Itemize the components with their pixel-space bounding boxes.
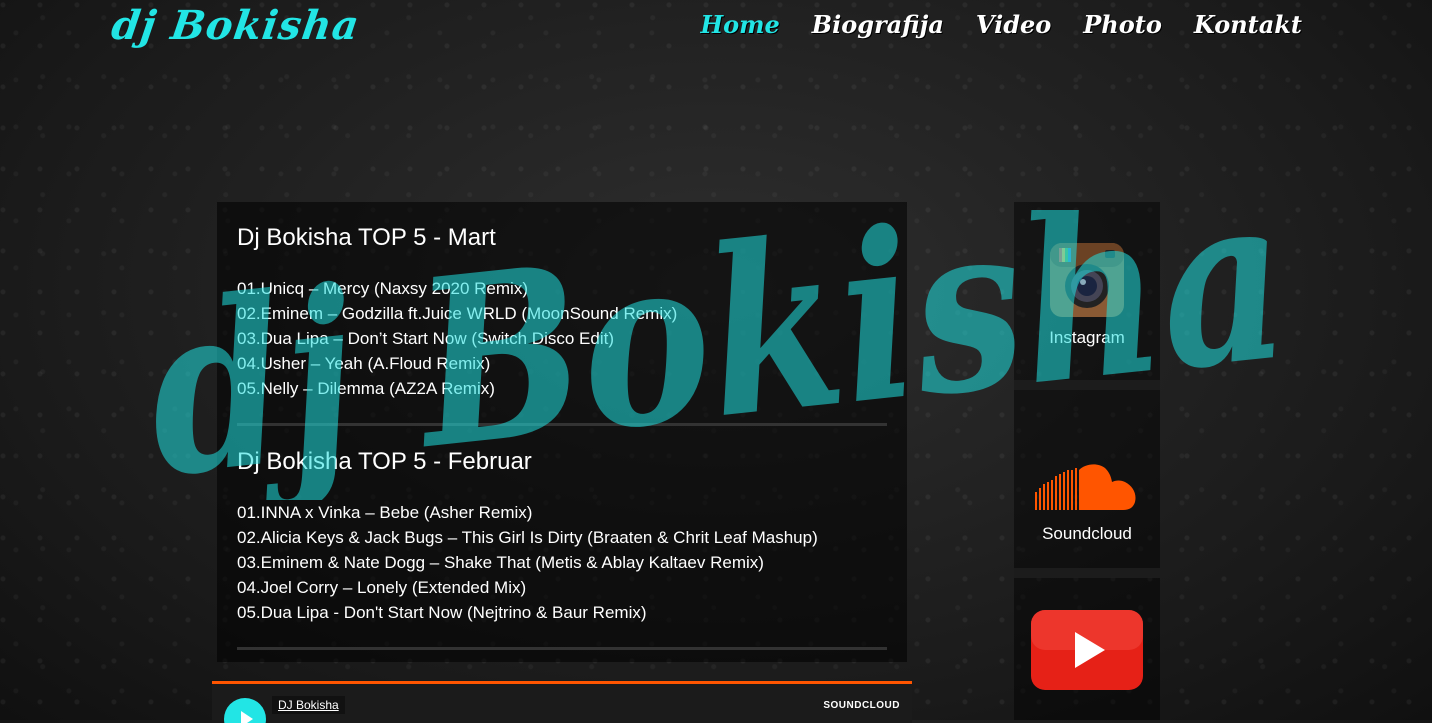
social-panel: Instagram Soundcloud — [1014, 202, 1160, 720]
social-label-instagram: Instagram — [1049, 328, 1125, 347]
social-link-soundcloud[interactable]: Soundcloud — [1014, 462, 1160, 544]
track-item: 02.Alicia Keys & Jack Bugs – This Girl I… — [237, 528, 818, 547]
site-logo[interactable]: dj Bokisha — [109, 2, 363, 49]
track-item: 04.Joel Corry – Lonely (Extended Mix) — [237, 578, 527, 597]
track-item: 05.Nelly – Dilemma (AZ2A Remix) — [237, 379, 495, 398]
site-header: dj Bokisha Home Biografija Video Photo K… — [0, 0, 1432, 60]
track-item: 05.Dua Lipa - Don't Start Now (Nejtrino … — [237, 603, 647, 622]
nav-video[interactable]: Video — [976, 10, 1051, 39]
track-item: 03.Eminem & Nate Dogg – Shake That (Meti… — [237, 553, 764, 572]
side-divider — [1014, 380, 1160, 390]
social-label-soundcloud: Soundcloud — [1042, 524, 1132, 543]
instagram-icon — [1050, 243, 1124, 317]
player-artist-link[interactable]: DJ Bokisha — [272, 696, 345, 714]
track-item: 01.Unicq – Mercy (Naxsy 2020 Remix) — [237, 279, 528, 298]
nav-home[interactable]: Home — [700, 10, 779, 39]
nav-kontakt[interactable]: Kontakt — [1194, 10, 1302, 39]
track-item: 03.Dua Lipa – Don’t Start Now (Switch Di… — [237, 329, 614, 348]
top-charts-panel: Dj Bokisha TOP 5 - Mart 01.Unicq – Mercy… — [217, 202, 907, 662]
track-item: 01.INNA x Vinka – Bebe (Asher Remix) — [237, 503, 533, 522]
track-list: 01.INNA x Vinka – Bebe (Asher Remix) 02.… — [237, 500, 887, 625]
nav-biografija[interactable]: Biografija — [812, 10, 944, 39]
side-divider — [1014, 568, 1160, 578]
main-nav: Home Biografija Video Photo Kontakt — [700, 10, 1302, 39]
social-link-youtube[interactable] — [1014, 610, 1160, 700]
nav-photo[interactable]: Photo — [1083, 10, 1162, 39]
section-divider — [237, 647, 887, 650]
soundcloud-icon — [1035, 464, 1136, 510]
track-item: 02.Eminem – Godzilla ft.Juice WRLD (Moon… — [237, 304, 678, 323]
youtube-icon — [1031, 610, 1143, 690]
chart-block-mart: Dj Bokisha TOP 5 - Mart 01.Unicq – Mercy… — [217, 202, 907, 426]
chart-title: Dj Bokisha TOP 5 - Februar — [237, 448, 532, 475]
play-button[interactable] — [224, 698, 266, 723]
chart-block-februar: Dj Bokisha TOP 5 - Februar 01.INNA x Vin… — [217, 426, 907, 650]
soundcloud-brand[interactable]: SOUNDCLOUD — [823, 700, 900, 711]
social-link-instagram[interactable]: Instagram — [1014, 242, 1160, 348]
chart-title: Dj Bokisha TOP 5 - Mart — [237, 224, 496, 251]
soundcloud-player: DJ Bokisha SOUNDCLOUD — [212, 681, 912, 723]
track-list: 01.Unicq – Mercy (Naxsy 2020 Remix) 02.E… — [237, 276, 887, 401]
track-item: 04.Usher – Yeah (A.Floud Remix) — [237, 354, 491, 373]
